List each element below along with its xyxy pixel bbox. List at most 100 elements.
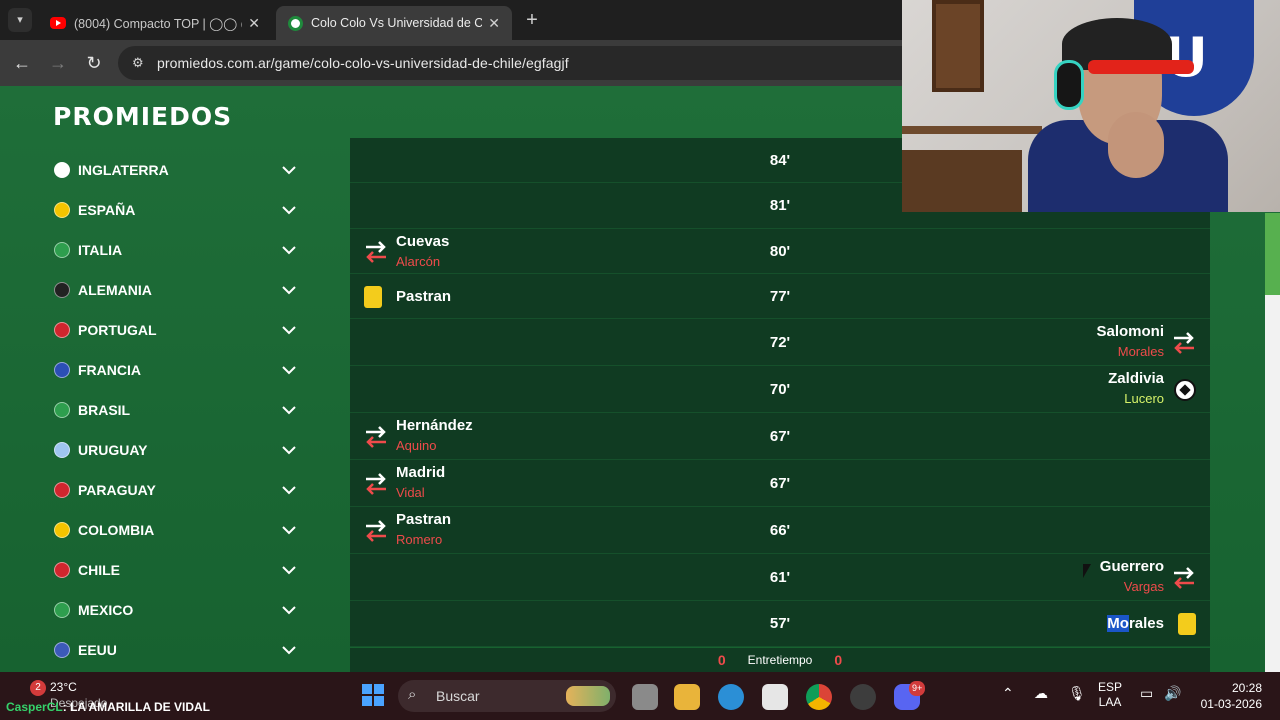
sidebar-item-espana[interactable]: ESPAÑA [50, 190, 310, 230]
sidebar-item-label: ESPAÑA [78, 202, 136, 218]
sidebar-item-colombia[interactable]: COLOMBIA [50, 510, 310, 550]
event-assist-name[interactable]: Lucero [1124, 391, 1164, 406]
site-info-icon[interactable]: ⚙ [132, 54, 150, 72]
event-icon-wrap [364, 239, 388, 265]
microphone-icon[interactable]: 🎙 [1068, 686, 1086, 701]
volume-icon[interactable]: 🔊 [1164, 686, 1181, 701]
tab-title: (8004) Compacto TOP | ◯◯ ◯ [74, 16, 243, 31]
sidebar-item-label: COLOMBIA [78, 522, 155, 538]
close-icon[interactable]: ✕ [248, 15, 260, 32]
event-icon-wrap [1178, 613, 1196, 635]
event-row: 67' Hernández Aquino [350, 413, 1210, 460]
webcam-overlay: U [902, 0, 1280, 212]
sidebar-item-label: INGLATERRA [78, 162, 169, 178]
youtube-icon [50, 17, 66, 29]
sidebar-item-inglaterra[interactable]: INGLATERRA [50, 150, 310, 190]
network-icon[interactable]: ▭ [1140, 686, 1153, 701]
sidebar-item-chile[interactable]: CHILE [50, 550, 310, 590]
substitution-icon [1174, 566, 1194, 589]
sidebar-item-italia[interactable]: ITALIA [50, 230, 310, 270]
event-minute: 67' [769, 474, 791, 492]
chevron-down-icon[interactable] [280, 201, 298, 219]
chevron-down-icon[interactable] [280, 441, 298, 459]
flag-icon [54, 602, 70, 618]
taskbar-search[interactable]: ⌕ Buscar [398, 680, 616, 712]
event-minute: 80' [769, 242, 791, 260]
system-clock[interactable]: 20:28 01-03-2026 [1198, 680, 1262, 712]
event-player-name[interactable]: Morales [1107, 615, 1164, 632]
site-logo[interactable]: PROMIEDOS [53, 102, 232, 131]
back-arrow-icon[interactable]: ← [10, 51, 34, 75]
event-player-out[interactable]: Alarcón [396, 254, 440, 269]
event-row: 72' Salomoni Morales [350, 319, 1210, 366]
sidebar-item-brasil[interactable]: BRASIL [50, 390, 310, 430]
event-row: 70' Zaldivia Lucero [350, 366, 1210, 413]
match-events-list: 84' 81' 80' Cuevas Alarcón 77' Pastran 72' Salom… [350, 138, 1210, 647]
substitution-icon [1174, 331, 1194, 354]
sidebar-item-label: FRANCIA [78, 362, 141, 378]
event-player-name[interactable]: Guerrero [1100, 558, 1164, 575]
onedrive-icon[interactable]: ☁ [1034, 686, 1048, 701]
sidebar-item-alemania[interactable]: ALEMANIA [50, 270, 310, 310]
windows-start-icon[interactable] [362, 684, 384, 706]
chevron-down-icon[interactable] [280, 521, 298, 539]
reload-icon[interactable]: ↻ [82, 51, 106, 75]
event-icon-wrap [1172, 330, 1196, 356]
tab-search-button[interactable]: ▾ [8, 8, 32, 32]
chevron-down-icon[interactable] [280, 361, 298, 379]
event-player-name[interactable]: Madrid [396, 464, 445, 481]
halftime-label: Entretiempo [747, 653, 813, 667]
event-player-name[interactable]: Pastran [396, 288, 451, 305]
event-player-name[interactable]: Cuevas [396, 233, 449, 250]
sidebar-item-mexico[interactable]: MEXICO [50, 590, 310, 630]
flag-icon [54, 562, 70, 578]
event-player-name[interactable]: Salomoni [1096, 323, 1164, 340]
text-rest: rales [1128, 615, 1164, 632]
forward-arrow-icon[interactable]: → [46, 51, 70, 75]
scrollbar-track[interactable] [1265, 295, 1280, 672]
event-player-out[interactable]: Vidal [396, 485, 425, 500]
language-indicator[interactable]: ESP LAA [1098, 680, 1122, 710]
flag-icon [54, 482, 70, 498]
tab-youtube[interactable]: (8004) Compacto TOP | ◯◯ ◯ ✕ [38, 6, 272, 40]
sidebar-item-portugal[interactable]: PORTUGAL [50, 310, 310, 350]
sidebar-item-uruguay[interactable]: URUGUAY [50, 430, 310, 470]
event-player-out[interactable]: Romero [396, 532, 442, 547]
chevron-down-icon[interactable] [280, 241, 298, 259]
tab-promiedos[interactable]: Colo Colo Vs Universidad de Ch ✕ [276, 6, 512, 40]
search-highlight-image [566, 686, 610, 706]
event-player-out[interactable]: Aquino [396, 438, 436, 453]
task-view-icon[interactable] [632, 684, 658, 710]
obs-icon[interactable] [850, 684, 876, 710]
address-bar[interactable]: ⚙ promiedos.com.ar/game/colo-colo-vs-uni… [118, 46, 1018, 80]
sidebar-item-francia[interactable]: FRANCIA [50, 350, 310, 390]
text-selection: Mo [1107, 615, 1129, 632]
chevron-down-icon[interactable] [280, 601, 298, 619]
tray-chevron-icon[interactable]: ⌃ [1002, 686, 1014, 701]
search-placeholder: Buscar [436, 688, 480, 704]
chevron-down-icon[interactable] [280, 641, 298, 659]
event-player-out[interactable]: Morales [1118, 344, 1164, 359]
event-player-out[interactable]: Vargas [1124, 579, 1164, 594]
scrollbar-thumb[interactable] [1265, 213, 1280, 295]
chevron-down-icon[interactable] [280, 401, 298, 419]
sidebar-item-eeuu[interactable]: EEUU [50, 630, 310, 670]
sidebar-item-paraguay[interactable]: PARAGUAY [50, 470, 310, 510]
chevron-down-icon[interactable] [280, 281, 298, 299]
event-player-name[interactable]: Hernández [396, 417, 473, 434]
event-player-name[interactable]: Zaldivia [1108, 370, 1164, 387]
chevron-down-icon[interactable] [280, 481, 298, 499]
chevron-down-icon[interactable] [280, 161, 298, 179]
chrome-icon[interactable] [806, 684, 832, 710]
edge-icon[interactable] [718, 684, 744, 710]
yellow-card-icon [1178, 613, 1196, 635]
event-player-name[interactable]: Pastran [396, 511, 451, 528]
chat-message: : LA AMARILLA DE VIDAL [62, 700, 211, 714]
chevron-down-icon[interactable] [280, 561, 298, 579]
store-icon[interactable] [762, 684, 788, 710]
chevron-down-icon[interactable] [280, 321, 298, 339]
file-explorer-icon[interactable] [674, 684, 700, 710]
new-tab-button[interactable]: + [520, 8, 544, 32]
close-icon[interactable]: ✕ [488, 15, 500, 32]
flag-icon [54, 322, 70, 338]
